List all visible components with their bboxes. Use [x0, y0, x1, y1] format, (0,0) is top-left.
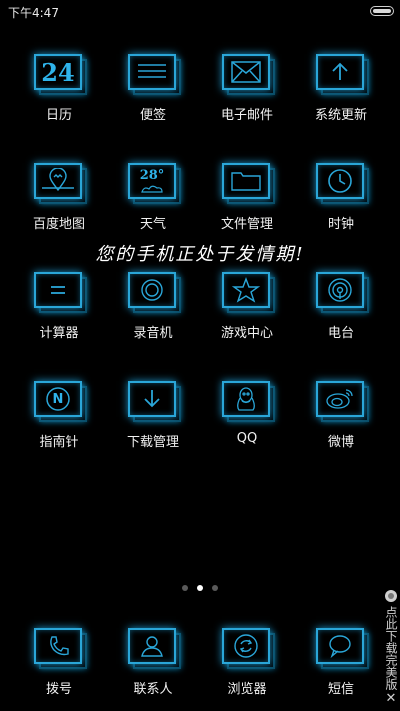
- ad-icon: [385, 590, 397, 602]
- app-file-manager[interactable]: 文件管理: [197, 155, 297, 245]
- phone-icon: [34, 628, 82, 664]
- dock-browser[interactable]: 浏览器: [197, 620, 297, 710]
- app-clock[interactable]: 时钟: [291, 155, 391, 245]
- app-baidu-map[interactable]: 百度地图: [9, 155, 109, 245]
- message-icon: [316, 628, 364, 664]
- app-label: 天气: [139, 217, 166, 232]
- weather-icon: 28°: [128, 163, 176, 199]
- app-label: 拨号: [45, 682, 72, 697]
- contacts-icon: [128, 628, 176, 664]
- update-arrow-icon: [316, 54, 364, 90]
- app-calendar[interactable]: 24 日历: [9, 46, 109, 136]
- app-label: 系统更新: [314, 108, 367, 123]
- app-recorder[interactable]: 录音机: [103, 264, 203, 354]
- app-label: 指南针: [39, 435, 79, 450]
- status-bar: 下午4:47: [0, 0, 400, 22]
- app-downloads[interactable]: 下载管理: [103, 373, 203, 463]
- map-pin-icon: [34, 163, 82, 199]
- weibo-icon: [316, 381, 364, 417]
- battery-icon: [370, 6, 394, 16]
- download-icon: [128, 381, 176, 417]
- app-label: 日历: [45, 108, 72, 123]
- app-label: 百度地图: [32, 217, 85, 232]
- app-label: 时钟: [327, 217, 354, 232]
- dock-contacts[interactable]: 联系人: [103, 620, 203, 710]
- app-updater[interactable]: 系统更新: [291, 46, 391, 136]
- radio-icon: [316, 272, 364, 308]
- page-dot[interactable]: [182, 585, 188, 591]
- app-weather[interactable]: 28° 天气: [103, 155, 203, 245]
- app-email[interactable]: 电子邮件: [197, 46, 297, 136]
- page-dot-active[interactable]: [197, 585, 203, 591]
- star-icon: [222, 272, 270, 308]
- app-label: 录音机: [133, 326, 173, 341]
- app-label: 文件管理: [220, 217, 273, 232]
- page-dot[interactable]: [212, 585, 218, 591]
- app-label: 游戏中心: [220, 326, 273, 341]
- clock-icon: [316, 163, 364, 199]
- app-weibo[interactable]: 微博: [291, 373, 391, 463]
- mail-icon: [222, 54, 270, 90]
- app-calculator[interactable]: 计算器: [9, 264, 109, 354]
- app-radio[interactable]: 电台: [291, 264, 391, 354]
- app-label: 浏览器: [227, 682, 267, 697]
- qq-penguin-icon: [222, 381, 270, 417]
- app-qq[interactable]: QQ: [197, 373, 297, 463]
- app-game-center[interactable]: 游戏中心: [197, 264, 297, 354]
- app-label: 计算器: [39, 326, 79, 341]
- calculator-icon: [34, 272, 82, 308]
- notes-icon: [128, 54, 176, 90]
- app-label: 短信: [327, 682, 354, 697]
- app-compass[interactable]: N 指南针: [9, 373, 109, 463]
- dock-phone[interactable]: 拨号: [9, 620, 109, 710]
- banner-message: 您的手机正处于发情期!: [95, 244, 305, 265]
- app-label: 电台: [327, 326, 354, 341]
- app-label: 联系人: [133, 682, 173, 697]
- calendar-icon: 24: [34, 54, 82, 90]
- app-label: 电子邮件: [220, 108, 273, 123]
- status-time: 下午4:47: [8, 6, 59, 20]
- app-label: 下载管理: [126, 435, 179, 450]
- compass-icon: N: [34, 381, 82, 417]
- page-indicator: [0, 585, 400, 593]
- app-label: 微博: [327, 435, 354, 450]
- dock-sms[interactable]: 短信: [291, 620, 391, 710]
- record-icon: [128, 272, 176, 308]
- folder-icon: [222, 163, 270, 199]
- app-notes[interactable]: 便签: [103, 46, 203, 136]
- app-label: QQ: [236, 431, 258, 446]
- app-label: 便签: [139, 108, 166, 123]
- browser-icon: [222, 628, 270, 664]
